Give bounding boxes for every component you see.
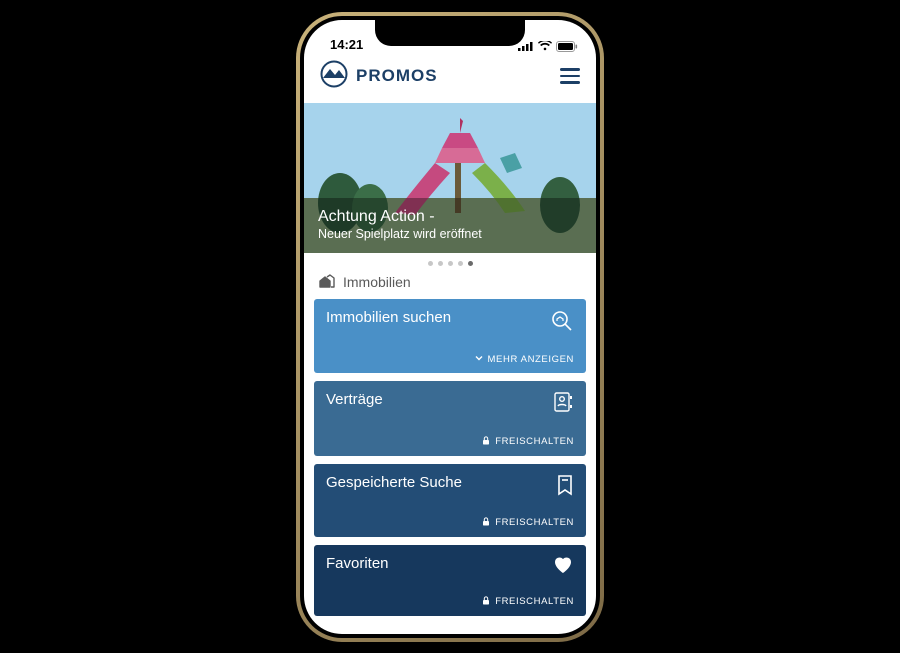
card-list: Immobilien suchen MEHR ANZEIGEN Verträge xyxy=(304,299,596,616)
card-action[interactable]: FREISCHALTEN xyxy=(326,596,574,608)
card-title: Favoriten xyxy=(326,555,389,572)
brand-name: PROMOS xyxy=(356,66,438,86)
status-time: 14:21 xyxy=(330,37,363,52)
card-title: Verträge xyxy=(326,391,383,408)
app-header: PROMOS xyxy=(304,52,596,103)
heart-icon xyxy=(552,555,574,580)
card-action[interactable]: FREISCHALTEN xyxy=(326,517,574,529)
lock-icon xyxy=(482,436,490,448)
phone-frame: 14:21 PROMOS xyxy=(296,12,604,642)
card-title: Gespeicherte Suche xyxy=(326,474,462,491)
lock-icon xyxy=(482,517,490,529)
card-immobilien-suchen[interactable]: Immobilien suchen MEHR ANZEIGEN xyxy=(314,299,586,373)
houses-icon xyxy=(318,274,336,291)
carousel-dots[interactable] xyxy=(304,253,596,272)
device-notch xyxy=(375,20,525,46)
carousel-dot[interactable] xyxy=(438,261,443,266)
hamburger-menu-icon[interactable] xyxy=(560,68,580,84)
search-home-icon xyxy=(550,309,574,338)
card-action[interactable]: FREISCHALTEN xyxy=(326,436,574,448)
carousel-dot[interactable] xyxy=(428,261,433,266)
card-action[interactable]: MEHR ANZEIGEN xyxy=(326,354,574,365)
wifi-icon xyxy=(538,41,552,51)
screen: 14:21 PROMOS xyxy=(304,20,596,634)
card-favoriten[interactable]: Favoriten FREISCHALTEN xyxy=(314,545,586,616)
brand-logo-icon xyxy=(320,60,348,93)
lock-icon xyxy=(482,596,490,608)
card-gespeicherte-suche[interactable]: Gespeicherte Suche FREISCHALTEN xyxy=(314,464,586,537)
carousel-dot[interactable] xyxy=(448,261,453,266)
bookmark-icon xyxy=(556,474,574,501)
chevron-down-icon xyxy=(475,354,483,365)
contract-icon xyxy=(552,391,574,420)
hero-title: Achtung Action - xyxy=(318,208,582,226)
card-action-label: FREISCHALTEN xyxy=(495,517,574,528)
carousel-dot[interactable] xyxy=(468,261,473,266)
section-header: Immobilien xyxy=(304,272,596,299)
card-action-label: FREISCHALTEN xyxy=(495,436,574,447)
cellular-signal-icon xyxy=(518,41,534,51)
card-vertraege[interactable]: Verträge FREISCHALTEN xyxy=(314,381,586,456)
section-title: Immobilien xyxy=(343,274,411,290)
card-title: Immobilien suchen xyxy=(326,309,451,326)
carousel-dot[interactable] xyxy=(458,261,463,266)
hero-subtitle: Neuer Spielplatz wird eröffnet xyxy=(318,227,582,241)
hero-banner[interactable]: Achtung Action - Neuer Spielplatz wird e… xyxy=(304,103,596,253)
card-action-label: MEHR ANZEIGEN xyxy=(488,354,574,365)
card-action-label: FREISCHALTEN xyxy=(495,596,574,607)
battery-icon xyxy=(556,41,578,52)
brand[interactable]: PROMOS xyxy=(320,60,438,93)
hero-overlay: Achtung Action - Neuer Spielplatz wird e… xyxy=(304,198,596,253)
